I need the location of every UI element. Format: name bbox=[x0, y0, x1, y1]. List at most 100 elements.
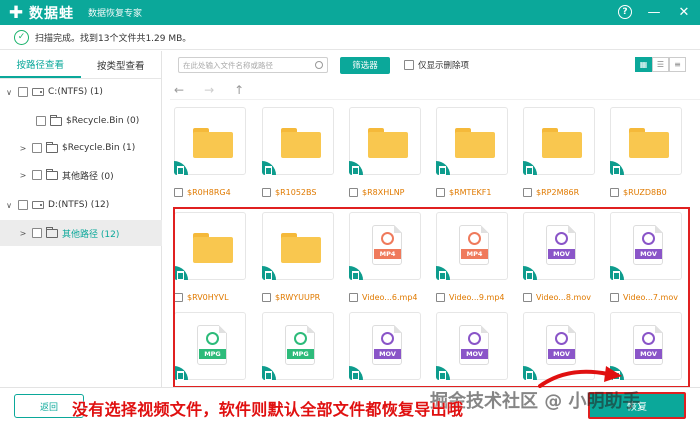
detail-view-icon[interactable]: ≡ bbox=[669, 57, 686, 72]
deleted-trash-icon bbox=[349, 266, 363, 280]
tree-item[interactable]: > $Recycle.Bin (1) bbox=[0, 135, 162, 161]
file-card[interactable] bbox=[174, 107, 246, 175]
file-name-row[interactable]: $R0H8RG4 bbox=[174, 188, 254, 197]
file-name-row[interactable]: $RV0HYVL bbox=[174, 293, 254, 302]
filter-button[interactable]: 筛选器 bbox=[340, 56, 390, 74]
file-card[interactable] bbox=[436, 107, 508, 175]
file-name-row[interactable]: $RMTEKF1 bbox=[436, 188, 516, 197]
file-type-label: MOV bbox=[374, 349, 401, 359]
tree-item-label: 其他路径 (12) bbox=[62, 229, 120, 240]
app-subtitle: 数据恢复专家 bbox=[88, 9, 143, 19]
file-name-row[interactable]: $RWYUUPR bbox=[262, 293, 342, 302]
tree-item-checkbox[interactable] bbox=[32, 170, 42, 180]
file-name: $RP2M86R bbox=[536, 188, 580, 197]
grid-view-icon[interactable]: ▦ bbox=[635, 57, 652, 72]
file-type-label: MP4 bbox=[461, 249, 488, 259]
file-checkbox[interactable] bbox=[262, 188, 271, 197]
forward-arrow-icon[interactable]: → bbox=[204, 83, 214, 97]
file-name-row[interactable]: $RUZD8B0 bbox=[610, 188, 690, 197]
file-card[interactable]: MP4 bbox=[349, 212, 421, 280]
tree-item-checkbox[interactable] bbox=[32, 228, 42, 238]
tree-item[interactable]: ∨ C:(NTFS) (1) bbox=[0, 79, 162, 105]
file-card[interactable]: MP4 bbox=[436, 212, 508, 280]
file-name-row[interactable]: Video...8.mov bbox=[523, 293, 603, 302]
file-card[interactable] bbox=[523, 107, 595, 175]
file-name-row[interactable]: $RP2M86R bbox=[523, 188, 603, 197]
deleted-trash-icon bbox=[523, 266, 537, 280]
view-mode-buttons: ▦ ☰ ≡ bbox=[635, 57, 686, 72]
help-icon[interactable]: ? bbox=[618, 5, 632, 19]
folder-icon bbox=[193, 128, 233, 158]
file-name: Video...7.mov bbox=[623, 293, 678, 302]
folder-icon bbox=[281, 233, 321, 263]
file-checkbox[interactable] bbox=[174, 188, 183, 197]
tree-item-checkbox[interactable] bbox=[18, 200, 28, 210]
folder-icon bbox=[46, 168, 58, 180]
search-icon[interactable] bbox=[315, 61, 323, 69]
file-name-row[interactable]: Video...7.mov bbox=[610, 293, 690, 302]
tree-item-checkbox[interactable] bbox=[36, 116, 46, 126]
up-arrow-icon[interactable]: ↑ bbox=[234, 83, 244, 97]
deleted-trash-icon bbox=[174, 366, 188, 380]
file-checkbox[interactable] bbox=[436, 293, 445, 302]
file-name: $RWYUUPR bbox=[275, 293, 321, 302]
file-checkbox[interactable] bbox=[262, 293, 271, 302]
chevron-icon[interactable]: > bbox=[18, 171, 28, 180]
tree-item[interactable]: ∨ D:(NTFS) (12) bbox=[0, 192, 162, 218]
close-icon[interactable]: ✕ bbox=[676, 4, 692, 20]
folder-icon bbox=[193, 233, 233, 263]
file-card[interactable]: MOV bbox=[436, 312, 508, 380]
video-file-icon: MPG bbox=[197, 325, 227, 365]
search-input[interactable]: 在此处输入文件名称或路径 bbox=[178, 57, 328, 73]
video-file-icon: MOV bbox=[546, 225, 576, 265]
file-name-row[interactable]: Video...9.mp4 bbox=[436, 293, 516, 302]
chevron-icon[interactable]: ∨ bbox=[4, 88, 14, 97]
file-checkbox[interactable] bbox=[610, 293, 619, 302]
tab-by-path[interactable]: 按路径查看 bbox=[0, 51, 81, 78]
file-card[interactable]: MPG bbox=[174, 312, 246, 380]
file-name: $R8XHLNP bbox=[362, 188, 405, 197]
file-checkbox[interactable] bbox=[436, 188, 445, 197]
file-name-row[interactable]: $R1052BS bbox=[262, 188, 342, 197]
folder-icon bbox=[46, 141, 58, 153]
only-deleted-toggle[interactable]: 仅显示删除项 bbox=[400, 59, 469, 71]
file-card[interactable]: MPG bbox=[262, 312, 334, 380]
file-name-row[interactable]: $R8XHLNP bbox=[349, 188, 429, 197]
file-name: $R1052BS bbox=[275, 188, 317, 197]
file-card[interactable] bbox=[349, 107, 421, 175]
tree-item-checkbox[interactable] bbox=[18, 87, 28, 97]
file-card[interactable] bbox=[174, 212, 246, 280]
file-name: $RMTEKF1 bbox=[449, 188, 492, 197]
tree-item[interactable]: > 其他路径 (0) bbox=[0, 162, 162, 188]
file-card[interactable]: MOV bbox=[523, 212, 595, 280]
chevron-icon[interactable]: ∨ bbox=[4, 201, 14, 210]
tree-item-label: C:(NTFS) (1) bbox=[48, 87, 103, 97]
folder-icon bbox=[50, 114, 62, 126]
file-checkbox[interactable] bbox=[523, 293, 532, 302]
file-name-row[interactable]: Video...6.mp4 bbox=[349, 293, 429, 302]
tree-item[interactable]: > 其他路径 (12) bbox=[0, 220, 162, 246]
minimize-icon[interactable]: — bbox=[646, 4, 662, 20]
file-card[interactable]: MOV bbox=[349, 312, 421, 380]
file-card[interactable] bbox=[262, 107, 334, 175]
file-card[interactable]: MOV bbox=[610, 212, 682, 280]
file-checkbox[interactable] bbox=[349, 188, 358, 197]
list-view-icon[interactable]: ☰ bbox=[652, 57, 669, 72]
folder-icon bbox=[455, 128, 495, 158]
back-arrow-icon[interactable]: ← bbox=[174, 83, 184, 97]
folder-icon bbox=[368, 128, 408, 158]
only-deleted-checkbox[interactable] bbox=[404, 60, 414, 70]
tree-item[interactable]: $Recycle.Bin (0) bbox=[0, 108, 162, 134]
file-card[interactable] bbox=[262, 212, 334, 280]
file-type-label: MP4 bbox=[374, 249, 401, 259]
app-name: 数据蛙 bbox=[29, 5, 74, 22]
file-checkbox[interactable] bbox=[349, 293, 358, 302]
tab-by-type[interactable]: 按类型查看 bbox=[81, 51, 162, 78]
file-checkbox[interactable] bbox=[523, 188, 532, 197]
chevron-icon[interactable]: > bbox=[18, 144, 28, 153]
file-card[interactable] bbox=[610, 107, 682, 175]
file-checkbox[interactable] bbox=[610, 188, 619, 197]
tree-item-checkbox[interactable] bbox=[32, 143, 42, 153]
file-checkbox[interactable] bbox=[174, 293, 183, 302]
chevron-icon[interactable]: > bbox=[18, 229, 28, 238]
